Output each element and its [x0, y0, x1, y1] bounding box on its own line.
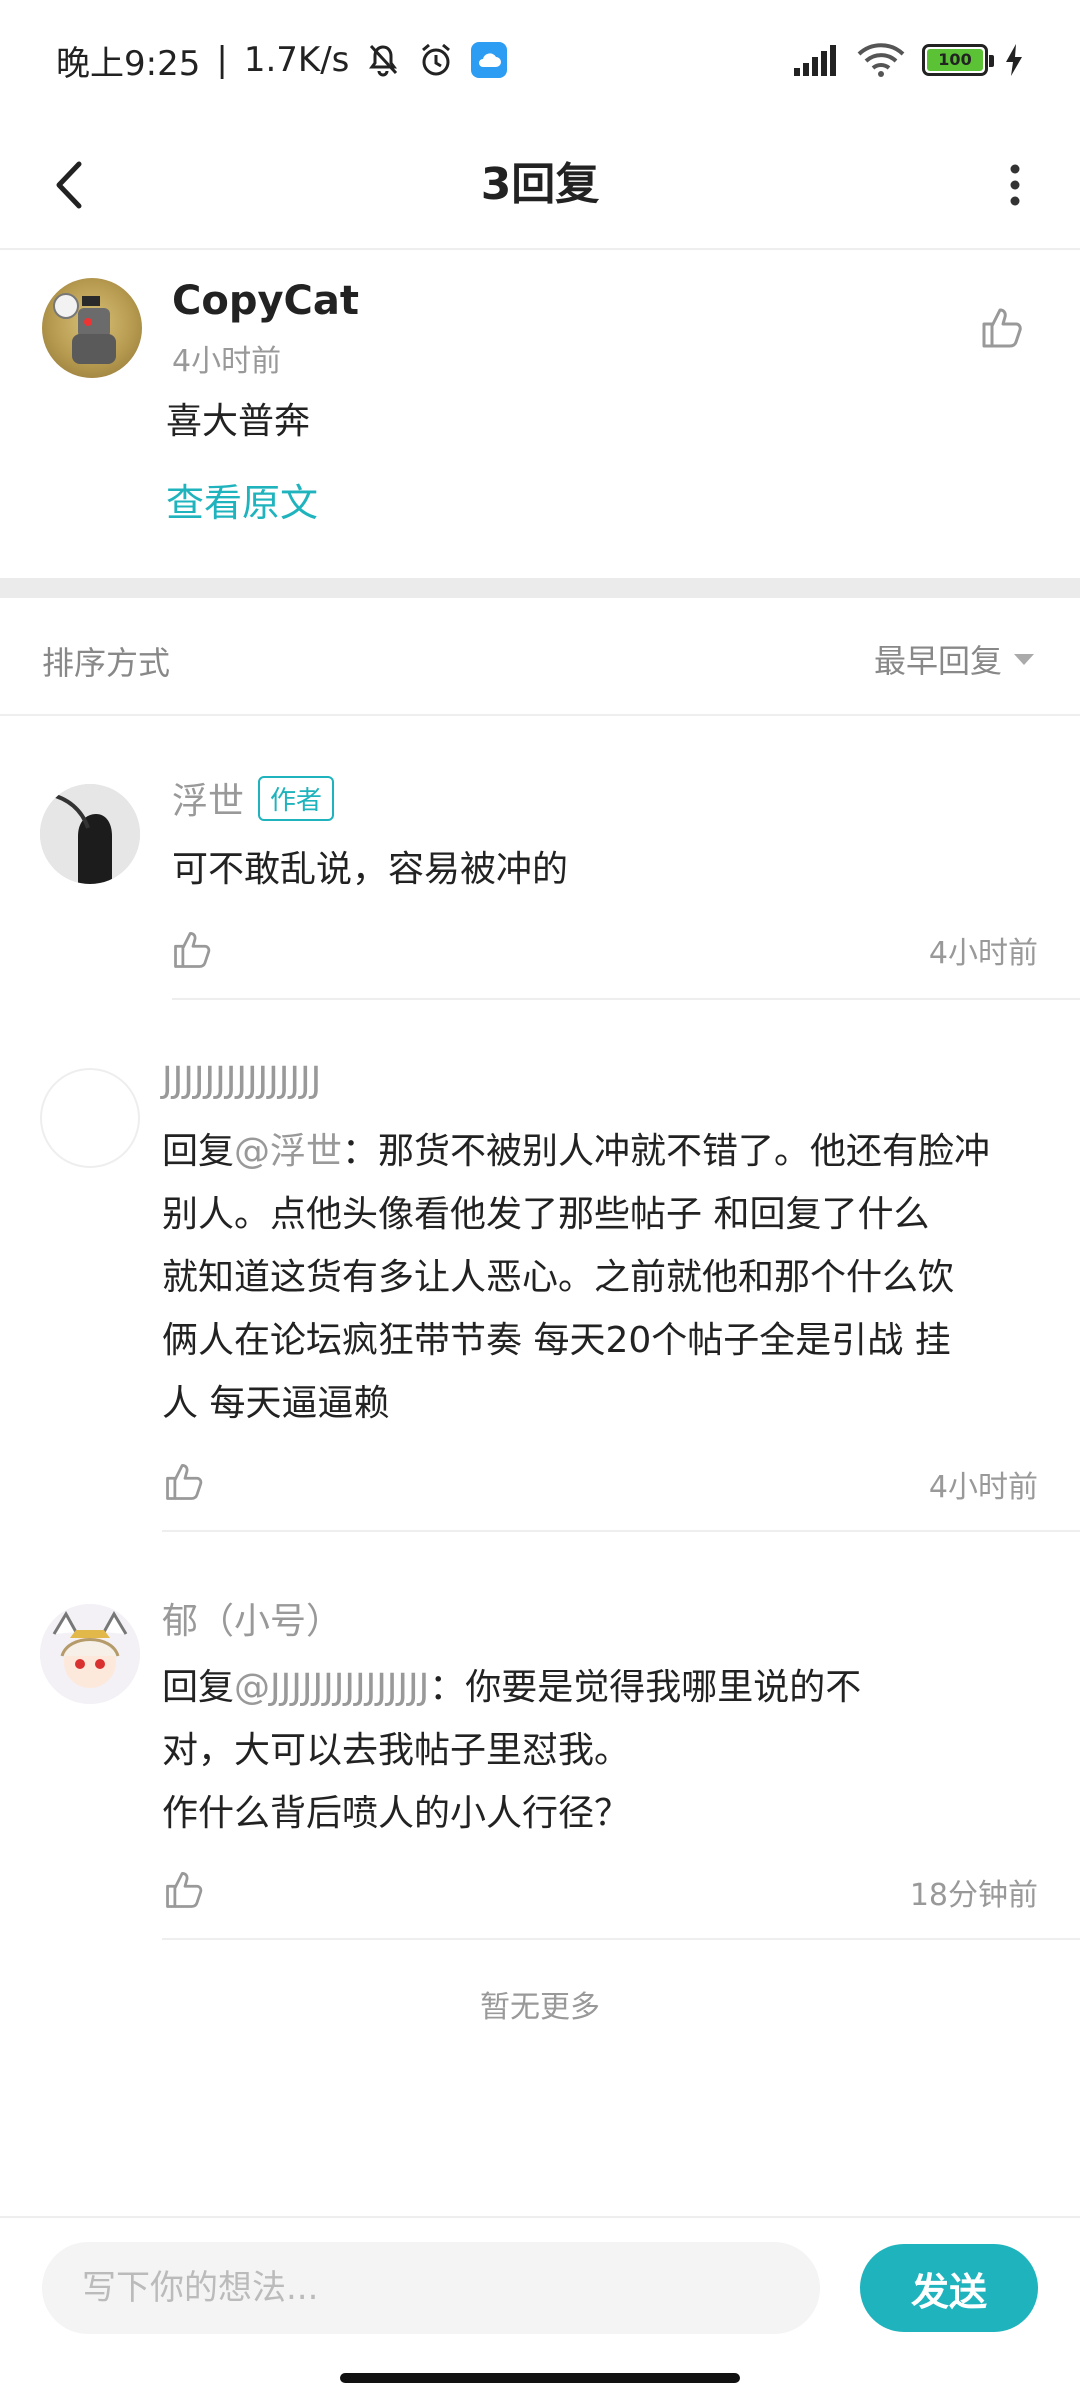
sort-label: 排序方式 — [42, 644, 171, 682]
reaper-avatar-icon — [40, 784, 140, 884]
view-original-link[interactable]: 查看原文 — [166, 472, 318, 527]
thumbs-up-icon — [174, 931, 211, 968]
sort-dropdown[interactable]: 最早回复 — [874, 636, 1034, 682]
reply-line: 俩人在论坛疯狂带节奏 每天20个帖子全是引战 挂 — [162, 1320, 951, 1361]
more-vertical-icon — [1010, 164, 1020, 206]
thumbs-up-icon — [166, 1463, 203, 1500]
reply-time: 4小时前 — [928, 936, 1038, 971]
reply-item: 浮世 作者 可不敢乱说，容易被冲的 4小时前 — [0, 716, 1080, 1002]
comment-time: 4小时前 — [172, 344, 282, 379]
section-separator — [0, 578, 1080, 598]
reply-author[interactable]: 浮世 — [172, 772, 244, 824]
home-indicator[interactable] — [340, 2373, 740, 2383]
page-title: 3回复 — [480, 159, 600, 210]
wifi-icon — [856, 42, 906, 78]
avatar[interactable] — [42, 278, 142, 378]
sort-bar: 排序方式 最早回复 — [0, 598, 1080, 716]
reply-prefix: 回复 — [162, 1131, 235, 1172]
reply-time: 18分钟前 — [909, 1878, 1038, 1913]
reply-item: JJJJJJJJJJJJJJJ 回复@浮世：那货不被别人冲就不错了。他还有脸冲 … — [0, 1002, 1080, 1534]
mute-bell-icon — [365, 42, 401, 78]
no-more-text: 暂无更多 — [480, 1990, 600, 2025]
avatar[interactable] — [40, 1604, 140, 1704]
robot-avatar-icon — [53, 293, 116, 364]
mention-link[interactable]: @浮世 — [234, 1131, 342, 1172]
reply-author-row: 浮世 作者 — [172, 772, 335, 824]
comment-content: 喜大普奔 — [166, 401, 311, 442]
comment-author[interactable]: CopyCat — [172, 278, 359, 324]
reply-content: 回复@浮世：那货不被别人冲就不错了。他还有脸冲 别人。点他头像看他发了那些帖子 … — [162, 1120, 1042, 1435]
reply-like-button[interactable] — [170, 926, 216, 972]
status-bar: 晚上9:25 | 1.7K/s 100 — [0, 0, 1080, 120]
thumbs-up-icon — [982, 308, 1022, 348]
compose-bar: 发送 — [0, 2216, 1080, 2356]
reply-author[interactable]: 郁（小号） — [162, 1592, 342, 1644]
reply-line: 别人。点他头像看他发了那些帖子 和回复了什么 — [162, 1194, 930, 1235]
charging-bolt-icon — [1004, 43, 1024, 77]
reply-time: 4小时前 — [928, 1470, 1038, 1505]
top-app-bar: 3回复 — [0, 120, 1080, 250]
comment-input[interactable] — [42, 2242, 820, 2334]
battery-level: 100 — [927, 49, 983, 71]
reply-content: 可不敢乱说，容易被冲的 — [172, 849, 569, 890]
anime-avatar-icon — [40, 1604, 140, 1704]
reply-prefix: 回复 — [162, 1667, 235, 1708]
divider — [162, 1938, 1080, 1940]
send-button[interactable]: 发送 — [860, 2244, 1038, 2332]
reply-line: 对，大可以去我帖子里怼我。 — [162, 1730, 631, 1771]
signal-icon — [792, 44, 840, 76]
like-button[interactable] — [978, 302, 1028, 352]
divider — [172, 998, 1080, 1000]
alarm-icon — [417, 41, 455, 79]
reply-item: 郁（小号） 回复@JJJJJJJJJJJJJJJ：你要是觉得我哪里说的不 对，大… — [0, 1534, 1080, 1942]
reply-line: ：那货不被别人冲就不错了。他还有脸冲 — [342, 1131, 991, 1172]
avatar[interactable] — [40, 784, 140, 884]
battery-icon: 100 — [922, 44, 994, 76]
reply-line: 作什么背后喷人的小人行径？ — [162, 1793, 631, 1834]
reply-line: 就知道这货有多让人恶心。之前就他和那个什么饮 — [162, 1257, 955, 1298]
mention-link[interactable]: @JJJJJJJJJJJJJJJ — [234, 1667, 429, 1708]
caret-down-icon — [1014, 653, 1034, 665]
reply-line: ：你要是觉得我哪里说的不 — [429, 1667, 862, 1708]
status-time: 晚上9:25 — [56, 43, 201, 84]
sort-selected-value: 最早回复 — [873, 642, 1002, 680]
original-comment: CopyCat 4小时前 喜大普奔 查看原文 — [0, 252, 1080, 578]
reply-author[interactable]: JJJJJJJJJJJJJJJ — [162, 1060, 321, 1101]
network-speed: 1.7K/s — [243, 40, 350, 80]
cloud-app-icon — [471, 42, 508, 78]
avatar[interactable] — [40, 1068, 140, 1168]
more-options-button[interactable] — [980, 150, 1050, 220]
thumbs-up-icon — [166, 1871, 203, 1908]
reply-like-button[interactable] — [162, 1866, 208, 1912]
author-badge: 作者 — [258, 775, 335, 821]
divider — [162, 1530, 1080, 1532]
reply-author-row: 郁（小号） — [162, 1592, 342, 1644]
reply-author-row: JJJJJJJJJJJJJJJ — [162, 1060, 321, 1101]
reply-like-button[interactable] — [162, 1458, 208, 1504]
reply-line: 人 每天逼逼赖 — [162, 1383, 390, 1424]
reply-content: 回复@JJJJJJJJJJJJJJJ：你要是觉得我哪里说的不 对，大可以去我帖子… — [162, 1656, 1042, 1845]
status-separator: | — [216, 40, 228, 80]
